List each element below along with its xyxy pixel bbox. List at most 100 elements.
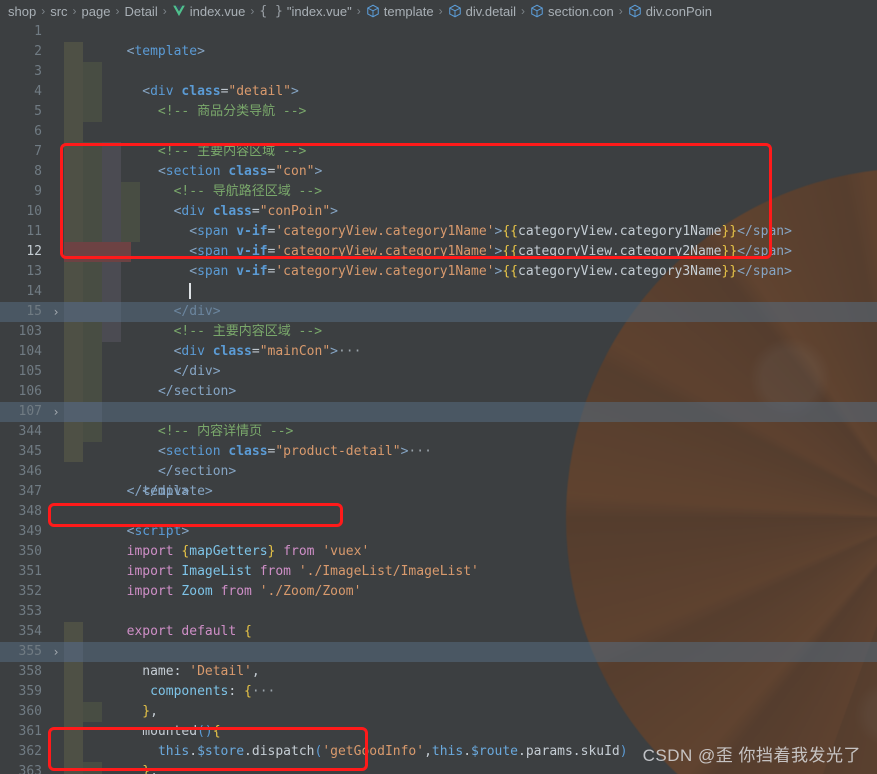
- breadcrumb-item-page[interactable]: page: [82, 4, 111, 19]
- code-line[interactable]: 351 import Zoom from './Zoom/Zoom': [0, 562, 877, 599]
- code-line[interactable]: 361 },: [0, 722, 877, 774]
- code-line-folded[interactable]: 107 › <section class="product-detail">··…: [0, 402, 877, 459]
- fold-marker[interactable]: [48, 62, 64, 82]
- fold-marker[interactable]: [48, 382, 64, 402]
- fold-marker[interactable]: [48, 202, 64, 222]
- fold-marker[interactable]: [48, 262, 64, 282]
- code-line[interactable]: 10 <span v-if='categoryView.category1Nam…: [0, 202, 877, 259]
- code-line[interactable]: 1 <template>: [0, 22, 877, 59]
- code-line[interactable]: 6 <section class="con">: [0, 122, 877, 179]
- line-content[interactable]: components: {···: [64, 642, 877, 699]
- fold-marker[interactable]: ›: [48, 402, 64, 422]
- code-line[interactable]: 4: [0, 82, 877, 102]
- code-line[interactable]: 352: [0, 582, 877, 602]
- line-content[interactable]: <div class="mainCon">···: [64, 302, 877, 359]
- breadcrumb-item-section-con[interactable]: section.con: [530, 4, 614, 19]
- line-content[interactable]: [64, 482, 877, 502]
- code-line[interactable]: 104 </section>: [0, 342, 877, 399]
- line-content[interactable]: <div class="conPoin">: [64, 162, 877, 219]
- line-content[interactable]: </section>: [64, 342, 877, 399]
- fold-marker[interactable]: [48, 322, 64, 342]
- code-line[interactable]: 8 <div class="conPoin">: [0, 162, 877, 219]
- fold-marker[interactable]: [48, 22, 64, 42]
- line-content[interactable]: <section class="product-detail">···: [64, 402, 877, 459]
- fold-marker[interactable]: ›: [48, 302, 64, 322]
- code-line[interactable]: 11 <span v-if='categoryView.category1Nam…: [0, 222, 877, 279]
- line-content[interactable]: mounted(){: [64, 682, 877, 739]
- fold-marker[interactable]: [48, 602, 64, 622]
- code-line[interactable]: 346 </template>: [0, 462, 877, 499]
- line-content[interactable]: <!-- 商品分类导航 -->: [64, 62, 877, 119]
- fold-marker[interactable]: [48, 342, 64, 362]
- code-line[interactable]: 359 mounted(){: [0, 682, 877, 739]
- code-line[interactable]: 358 },: [0, 662, 877, 719]
- fold-marker[interactable]: [48, 502, 64, 522]
- fold-marker[interactable]: [48, 42, 64, 62]
- code-line-folded[interactable]: 15 › <div class="mainCon">···: [0, 302, 877, 359]
- fold-marker[interactable]: [48, 582, 64, 602]
- fold-marker[interactable]: [48, 162, 64, 182]
- line-content[interactable]: <span v-if='categoryView.category1Name'>…: [64, 202, 877, 259]
- line-content[interactable]: <template>: [64, 22, 877, 59]
- line-content[interactable]: <script>: [64, 502, 877, 539]
- line-content[interactable]: <!-- 导航路径区域 -->: [64, 142, 877, 199]
- fold-marker[interactable]: [48, 362, 64, 382]
- line-content[interactable]: },: [64, 662, 877, 719]
- line-content[interactable]: [64, 362, 877, 382]
- fold-marker[interactable]: [48, 442, 64, 462]
- fold-marker[interactable]: [48, 422, 64, 442]
- breadcrumb-item-index-vue[interactable]: index.vue: [172, 4, 245, 19]
- fold-marker[interactable]: [48, 762, 64, 774]
- fold-marker[interactable]: [48, 82, 64, 102]
- fold-marker[interactable]: ›: [48, 642, 64, 662]
- line-content[interactable]: </div>: [64, 442, 877, 499]
- fold-marker[interactable]: [48, 242, 64, 262]
- fold-marker[interactable]: [48, 122, 64, 142]
- code-line[interactable]: 106 <!-- 内容详情页 -->: [0, 382, 877, 439]
- line-content[interactable]: </template>: [64, 462, 877, 499]
- code-line[interactable]: 13 </div>: [0, 262, 877, 319]
- breadcrumb-item-index-vue-json[interactable]: { } "index.vue": [259, 4, 351, 19]
- code-line[interactable]: 349 import {mapGetters} from 'vuex': [0, 522, 877, 559]
- fold-marker[interactable]: [48, 462, 64, 482]
- code-line[interactable]: 350 import ImageList from './ImageList/I…: [0, 542, 877, 579]
- line-content[interactable]: [64, 82, 877, 102]
- line-content[interactable]: </div>: [64, 322, 877, 379]
- fold-marker[interactable]: [48, 102, 64, 122]
- breadcrumb-item-div-detail[interactable]: div.detail: [448, 4, 516, 19]
- code-line[interactable]: 2 <div class="detail">: [0, 42, 877, 99]
- line-content[interactable]: export default {: [64, 602, 877, 639]
- code-line-folded[interactable]: 355 › components: {···: [0, 642, 877, 699]
- code-line[interactable]: 5 <!-- 主要内容区域 -->: [0, 102, 877, 159]
- fold-marker[interactable]: [48, 682, 64, 702]
- fold-marker[interactable]: [48, 742, 64, 762]
- line-content[interactable]: <span v-if='categoryView.category1Name'>…: [64, 222, 877, 279]
- line-content[interactable]: [64, 582, 877, 602]
- fold-marker[interactable]: [48, 182, 64, 202]
- code-line[interactable]: 348 <script>: [0, 502, 877, 539]
- code-line[interactable]: 344 </section>: [0, 422, 877, 479]
- fold-marker[interactable]: [48, 522, 64, 542]
- code-lines-container[interactable]: 1 <template> 2 <div class="detail"> 3 <!…: [0, 22, 877, 774]
- fold-marker[interactable]: [48, 662, 64, 682]
- line-content[interactable]: import Zoom from './Zoom/Zoom': [64, 562, 877, 599]
- fold-marker[interactable]: [48, 222, 64, 242]
- fold-marker[interactable]: [48, 562, 64, 582]
- line-content[interactable]: </section>: [64, 422, 877, 479]
- line-content[interactable]: },: [64, 722, 877, 774]
- code-line[interactable]: 347: [0, 482, 877, 502]
- code-line[interactable]: 103 </div>: [0, 322, 877, 379]
- line-content[interactable]: <span v-if='categoryView.category1Name'>…: [64, 182, 877, 239]
- line-content[interactable]: <div class="detail">: [64, 42, 877, 99]
- code-line[interactable]: 345 </div>: [0, 442, 877, 499]
- breadcrumb-item-shop[interactable]: shop: [8, 4, 36, 19]
- breadcrumb-item-template[interactable]: template: [366, 4, 434, 19]
- breadcrumb-item-detail[interactable]: Detail: [124, 4, 157, 19]
- fold-marker[interactable]: [48, 622, 64, 642]
- code-line[interactable]: 14 <!-- 主要内容区域 -->: [0, 282, 877, 339]
- fold-marker[interactable]: [48, 142, 64, 162]
- breadcrumb-item-src[interactable]: src: [50, 4, 67, 19]
- fold-marker[interactable]: [48, 722, 64, 742]
- line-content[interactable]: <section class="con">: [64, 122, 877, 179]
- code-line[interactable]: 354 name: 'Detail',: [0, 622, 877, 679]
